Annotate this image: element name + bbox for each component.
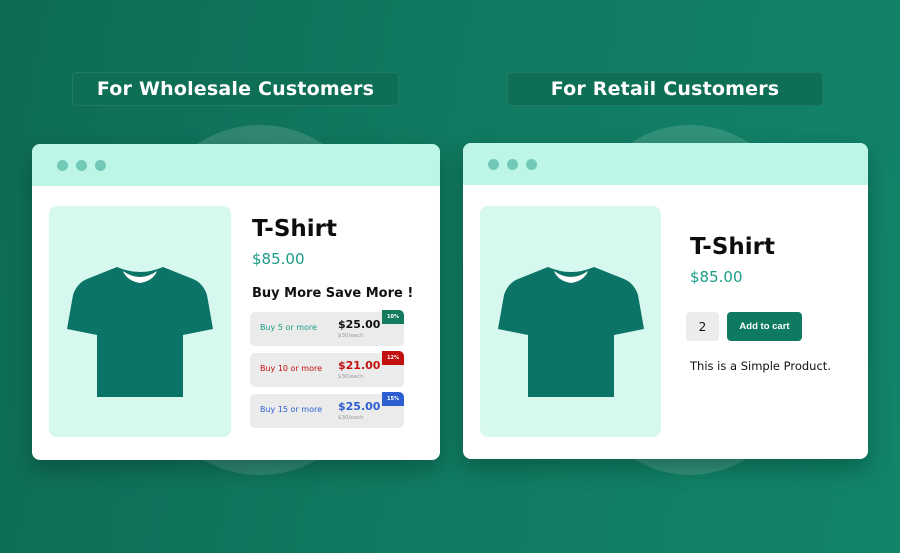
product-title: T-Shirt [252,216,338,242]
wholesale-heading: For Wholesale Customers [72,72,399,106]
tier-price: $25.00 [338,400,381,413]
tier-original-price: $30/each [338,333,364,339]
wholesale-heading-text: For Wholesale Customers [96,78,375,100]
t-shirt-icon [497,266,644,397]
wholesale-window: T-Shirt $85.00 Buy More Save More ! Buy … [32,144,440,460]
product-image [49,206,231,437]
retail-window: T-Shirt $85.00 2 Add to cart This is a S… [463,143,868,459]
tier-label: Buy 5 or more [260,323,317,332]
discount-badge: 12% [382,351,404,365]
tier-row[interactable]: Buy 10 or more $21.00 $30/each 12% [250,351,404,387]
window-title-bar [463,143,868,185]
quantity-input[interactable]: 2 [686,312,719,341]
t-shirt-icon [67,266,213,397]
tier-label: Buy 10 or more [260,364,323,373]
product-description: This is a Simple Product. [690,359,831,373]
product-price: $85.00 [690,268,743,286]
tier-row[interactable]: Buy 5 or more $25.00 $30/each 10% [250,310,404,346]
window-dot-icon [488,158,499,170]
tier-original-price: $30/each [338,374,364,380]
tier-price: $25.00 [338,318,381,331]
window-dot-icon [76,159,87,171]
product-price: $85.00 [252,250,305,268]
product-title: T-Shirt [690,234,776,260]
window-dot-icon [507,158,518,170]
window-title-bar [32,144,440,186]
add-to-cart-button[interactable]: Add to cart [727,312,802,341]
tier-original-price: $30/each [338,415,364,421]
promo-heading: Buy More Save More ! [252,286,414,301]
window-dot-icon [95,159,106,171]
window-dot-icon [526,158,537,170]
tier-label: Buy 15 or more [260,405,323,414]
discount-badge: 15% [382,392,404,406]
tier-row[interactable]: Buy 15 or more $25.00 $30/each 15% [250,392,404,428]
tier-price: $21.00 [338,359,381,372]
retail-heading: For Retail Customers [507,72,823,106]
retail-heading-text: For Retail Customers [550,78,780,100]
product-image [480,206,661,437]
window-dot-icon [57,159,68,171]
discount-badge: 10% [382,310,404,324]
